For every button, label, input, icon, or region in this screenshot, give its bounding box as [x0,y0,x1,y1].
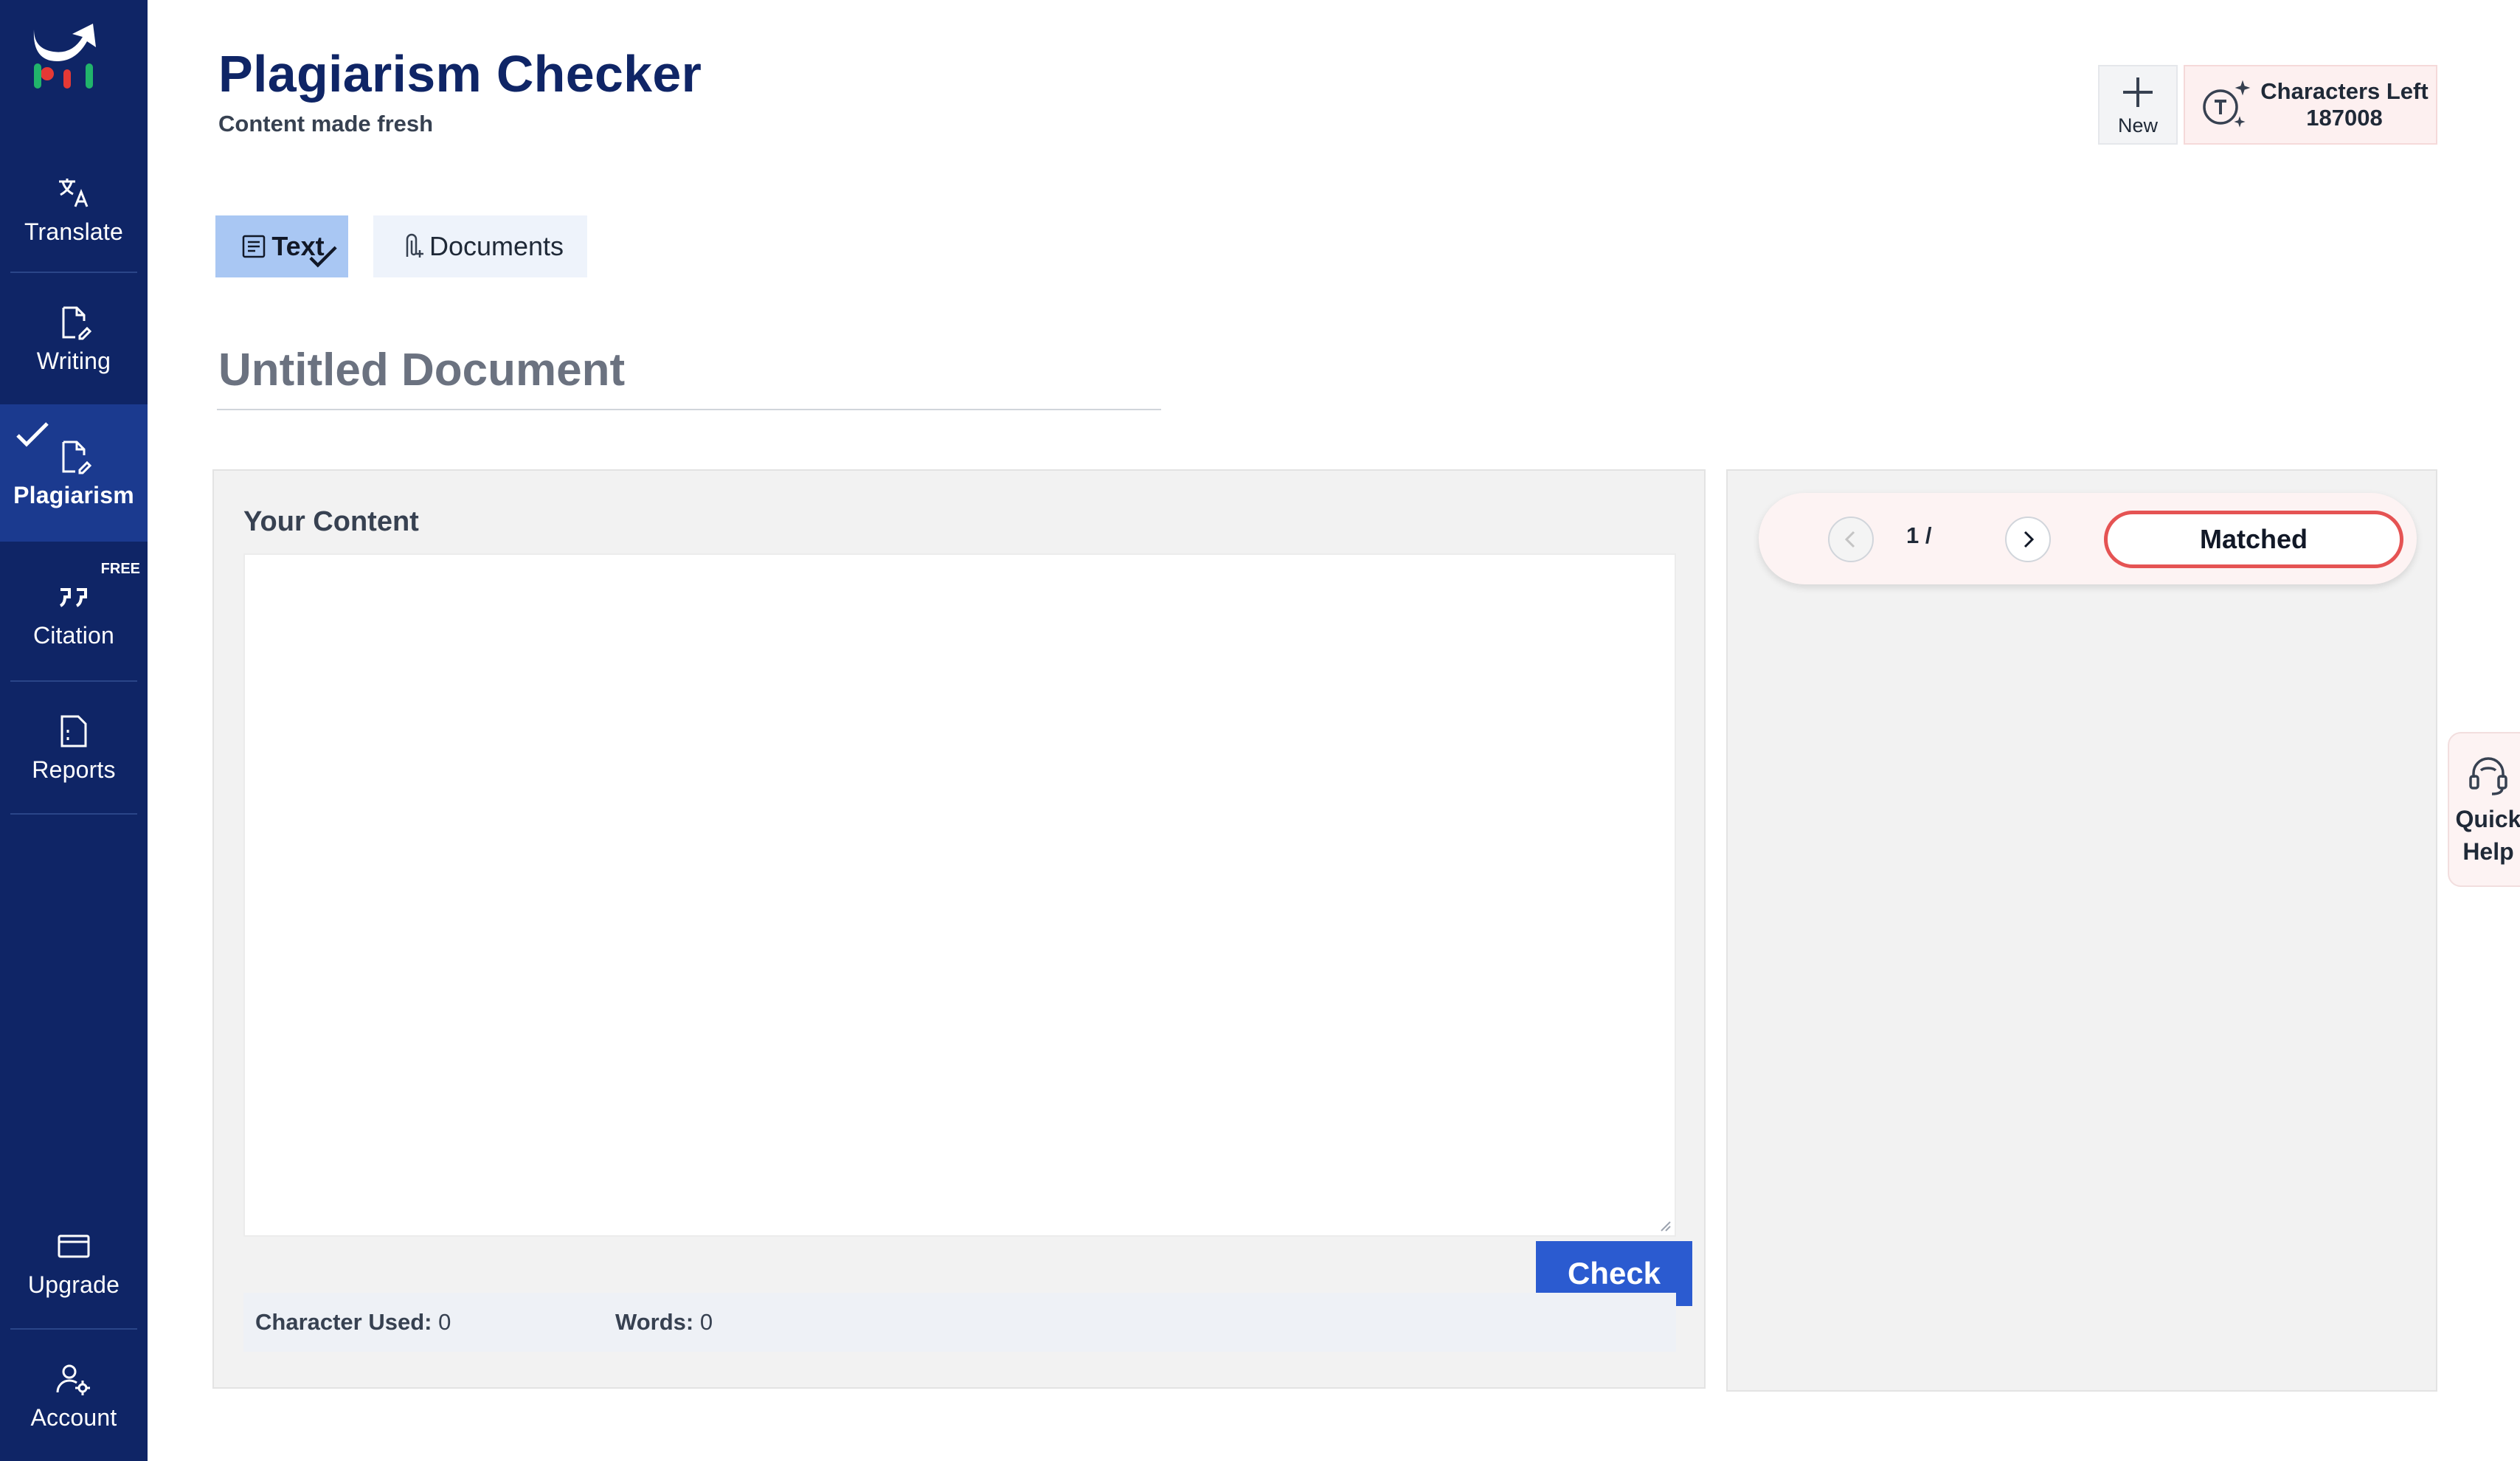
attachment-icon [406,233,423,258]
sidebar-item-citation[interactable]: FREE Citation [0,546,148,680]
page-subtitle: Content made fresh [218,111,434,137]
translate-icon [59,178,89,207]
content-input[interactable] [245,555,1675,1235]
page-title: Plagiarism Checker [218,45,702,103]
card-icon [58,1234,90,1257]
check-icon [16,422,49,447]
document-title[interactable]: Untitled Document [218,344,625,396]
plagiarism-icon [62,441,92,474]
words-stat: Words: 0 [615,1309,713,1336]
sidebar: Translate Writing Plagiarism FREE Citati… [0,0,148,1461]
sidebar-item-reports[interactable]: Reports [0,682,148,813]
characters-left-box: Characters Left 187008 [2184,65,2437,145]
sidebar-item-label: Plagiarism [13,481,134,508]
quick-help-line2: Help [2462,838,2514,865]
chevron-right-icon [2024,531,2035,548]
check-icon [309,246,337,268]
previous-page-button[interactable] [1828,517,1874,562]
results-panel: 1 / Matched [1726,469,2437,1392]
sidebar-item-label: Writing [36,347,111,374]
headset-icon [2469,757,2507,795]
free-badge: FREE [100,561,140,577]
document-lines-icon [243,235,266,258]
content-area: Check [243,553,1692,1306]
ai-text-icon [2203,80,2251,128]
sidebar-item-label: Citation [32,621,115,649]
plus-icon [2123,77,2153,107]
quick-help-line1: Quick [2455,806,2520,832]
quote-icon [59,587,87,607]
tab-documents[interactable]: Documents [373,215,587,277]
account-icon [56,1364,90,1395]
matched-button[interactable]: Matched [2104,511,2403,568]
resize-handle-icon[interactable] [1657,1218,1672,1232]
words-value: 0 [699,1309,713,1335]
characters-left-label: Characters Left [2260,78,2429,104]
results-toolbar: 1 / Matched [1759,493,2417,584]
stats-bar: Character Used: 0 Words: 0 [243,1293,1676,1352]
content-label: Your Content [243,506,419,537]
content-panel: Your Content Check Character Used: 0 Wor… [212,469,1706,1389]
app-root: Translate Writing Plagiarism FREE Citati… [0,0,2520,1461]
sidebar-item-translate[interactable]: Translate [0,148,148,272]
characters-left-text: Characters Left 187008 [2253,78,2436,131]
chevron-left-icon [1844,531,1855,548]
character-used-value: 0 [438,1309,451,1335]
tab-text[interactable]: Text [215,215,348,277]
character-used-stat: Character Used: 0 [255,1309,451,1336]
new-label: New [2117,114,2158,137]
sidebar-item-writing[interactable]: Writing [0,273,148,404]
new-document-button[interactable]: New [2098,65,2178,145]
character-used-label: Character Used: [255,1309,432,1335]
document-title-underline [217,409,1161,410]
quick-help-label: Quick Help [2456,803,2520,868]
quick-help-button[interactable]: Quick Help [2448,732,2520,887]
writing-icon [62,306,92,339]
sidebar-item-label: Account [30,1403,117,1431]
sidebar-item-label: Translate [24,218,123,245]
app-logo[interactable] [28,19,105,93]
characters-left-value: 187008 [2306,105,2383,131]
sidebar-item-label: Reports [32,756,116,783]
sidebar-item-label: Upgrade [27,1271,120,1298]
reports-icon [60,715,87,747]
sidebar-item-upgrade[interactable]: Upgrade [0,1197,148,1328]
next-page-button[interactable] [2005,517,2051,562]
words-label: Words: [615,1309,694,1335]
tab-documents-label: Documents [429,231,564,261]
sidebar-divider [10,813,137,815]
sidebar-item-plagiarism[interactable]: Plagiarism [0,404,148,542]
page-indicator: 1 / [1906,522,1932,548]
sidebar-item-account[interactable]: Account [0,1330,148,1461]
